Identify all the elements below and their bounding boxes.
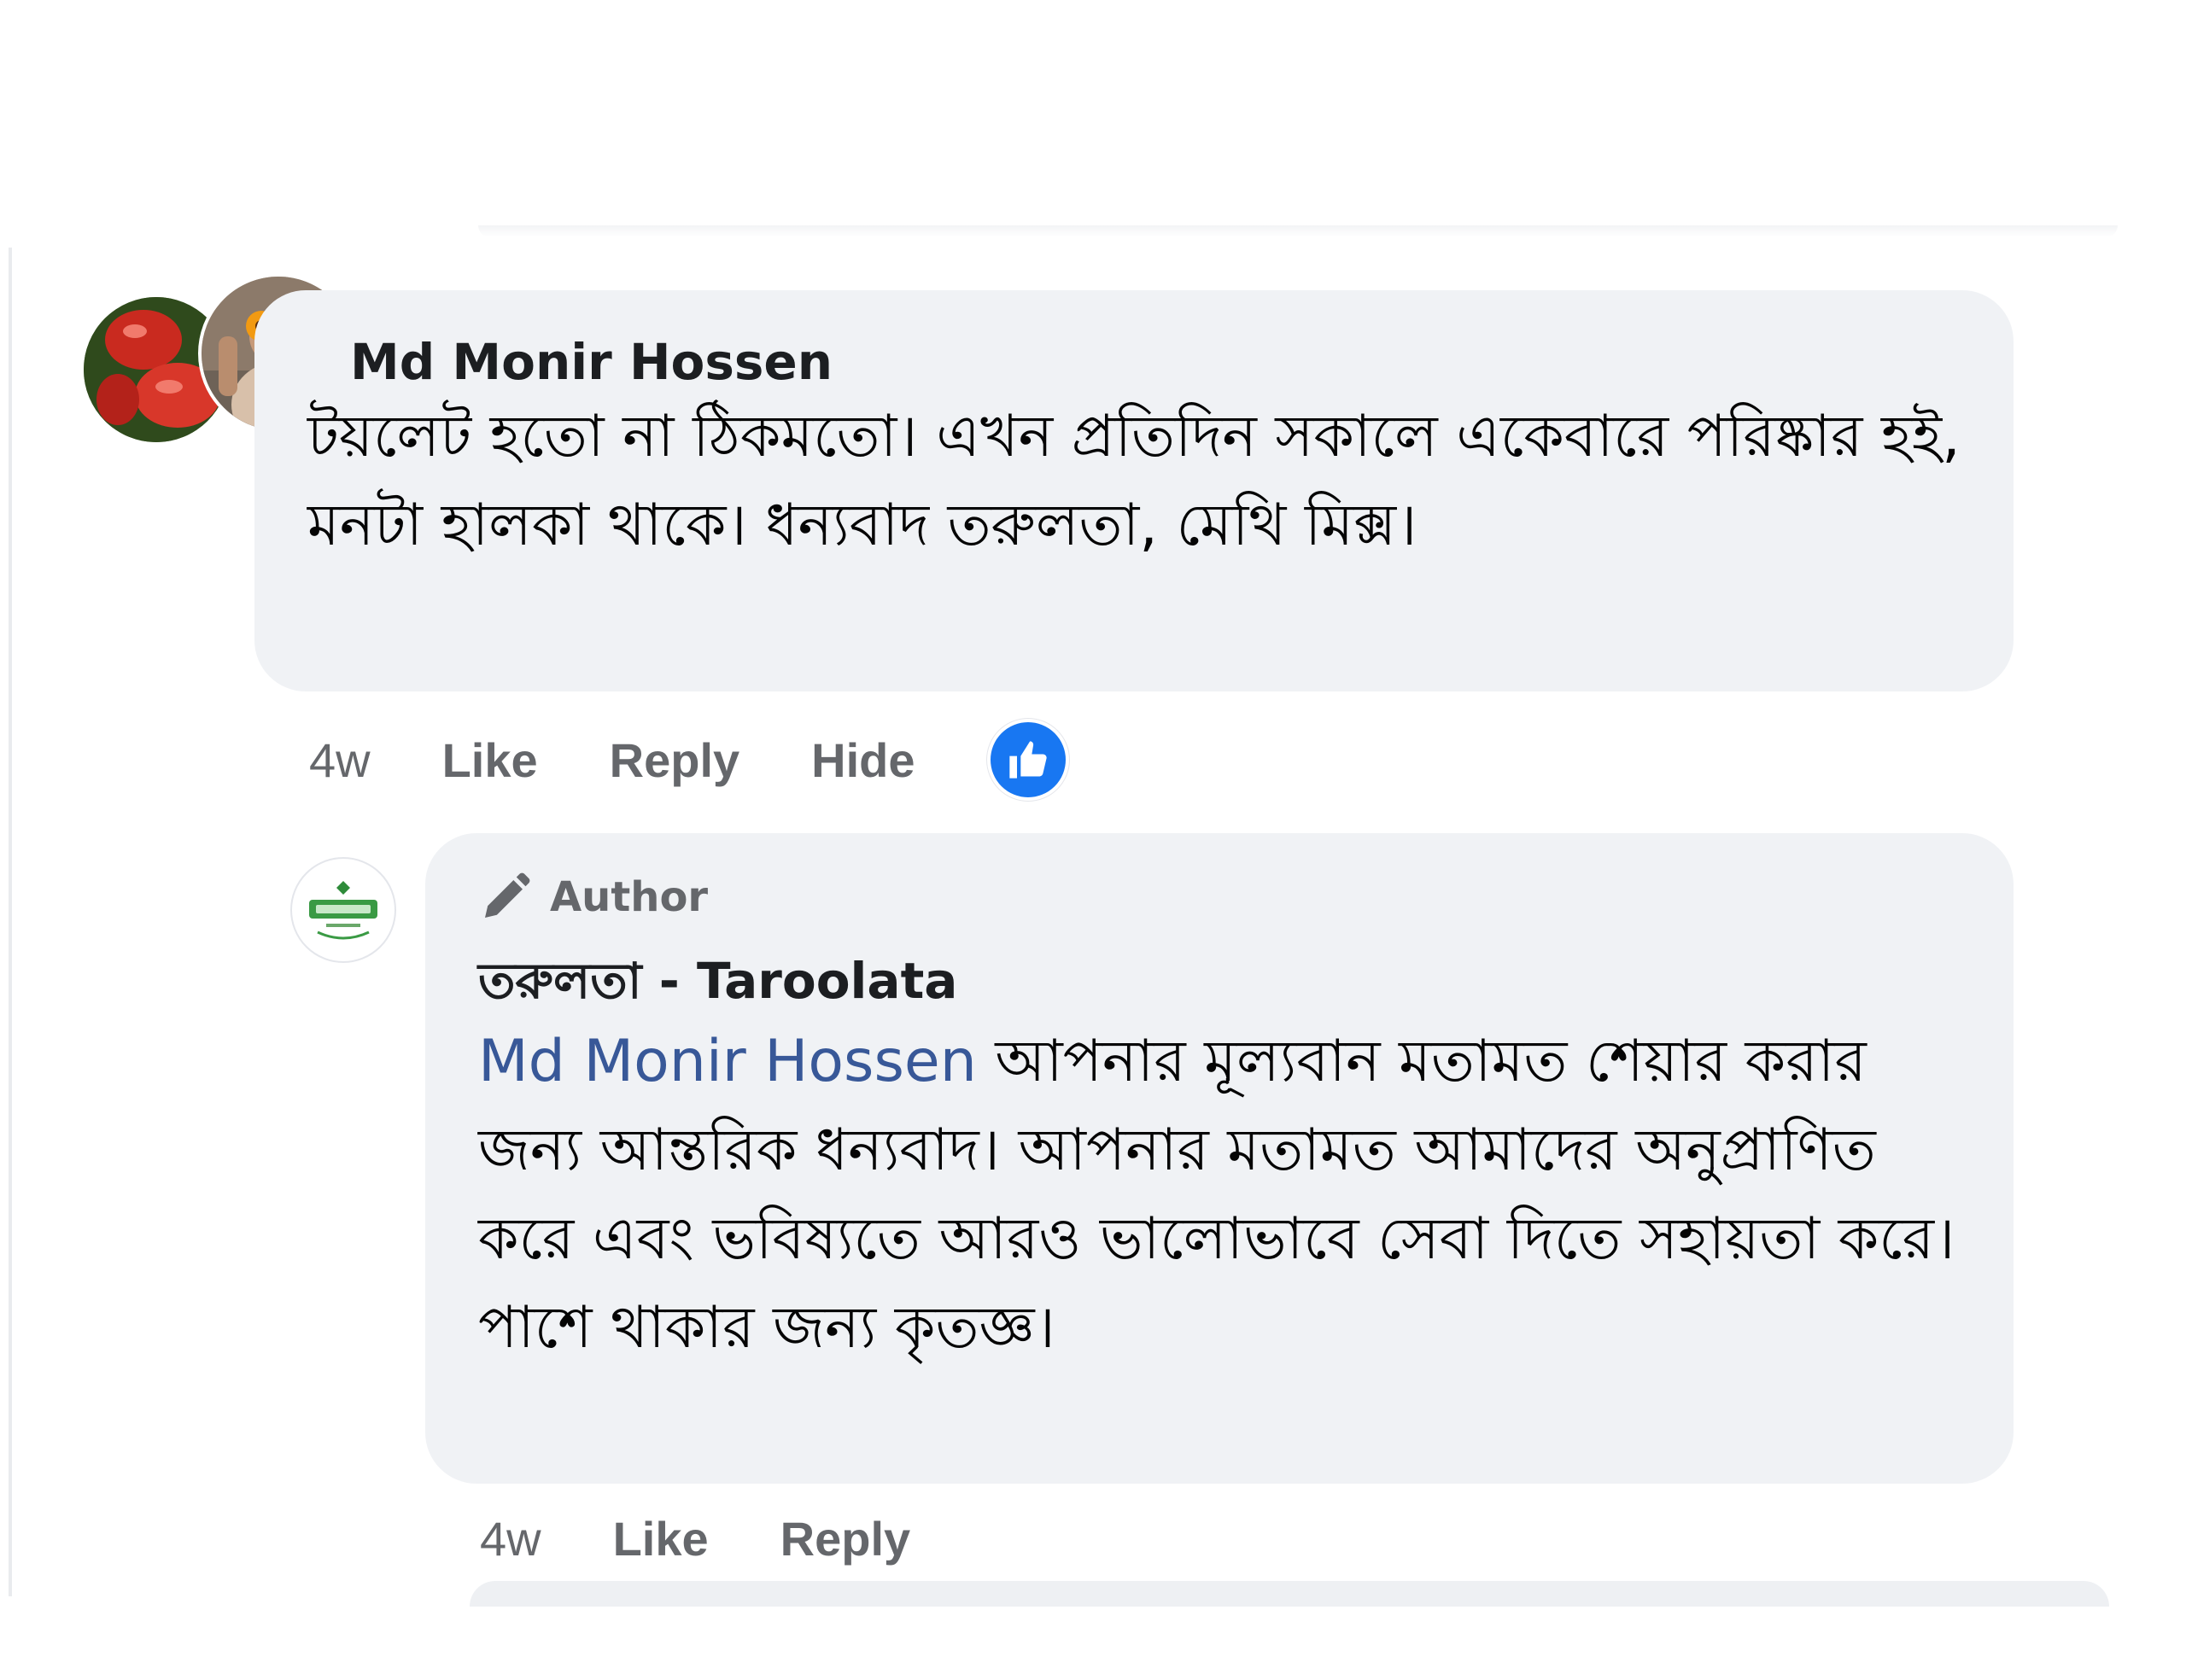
like-thumb-icon: [1008, 741, 1047, 779]
reply-timestamp[interactable]: 4w: [480, 1511, 541, 1566]
hide-button[interactable]: Hide: [811, 732, 915, 788]
reply-text: Md Monir Hossen আপনার মূল্যবান মতামত শেয…: [478, 1018, 1961, 1373]
next-comment-edge: [470, 1581, 2109, 1607]
author-badge: Author: [478, 867, 1961, 927]
like-button[interactable]: Like: [442, 732, 538, 788]
author-label: Author: [550, 873, 709, 921]
reply-reply-button[interactable]: Reply: [780, 1511, 911, 1566]
like-reaction-badge[interactable]: [986, 719, 1069, 801]
reply-bubble: Author তরুলতা - Taroolata Md Monir Hosse…: [425, 833, 2014, 1484]
previous-comment-edge: [478, 225, 2118, 237]
pencil-icon: [485, 872, 530, 918]
comment-actions: 4w Like Reply Hide: [309, 717, 1069, 802]
commenter-name[interactable]: Md Monir Hossen: [307, 331, 1961, 393]
comment-text: টয়লেট হতো না ঠিকমতো। এখন প্রতিদিন সকালে…: [307, 403, 1961, 559]
reply-actions: 4w Like Reply: [480, 1496, 982, 1581]
page-avatar[interactable]: [290, 857, 396, 963]
reply-like-button[interactable]: Like: [613, 1511, 709, 1566]
thread-connector-line: [9, 248, 12, 1596]
page-name[interactable]: তরুলতা - Taroolata: [478, 944, 1961, 1018]
reply-button[interactable]: Reply: [610, 732, 740, 788]
comment-bubble: Md Monir Hossen টয়লেট হতো না ঠিকমতো। এখ…: [254, 290, 2014, 691]
comment-timestamp[interactable]: 4w: [309, 732, 371, 788]
mention-link[interactable]: Md Monir Hossen: [478, 1028, 977, 1095]
